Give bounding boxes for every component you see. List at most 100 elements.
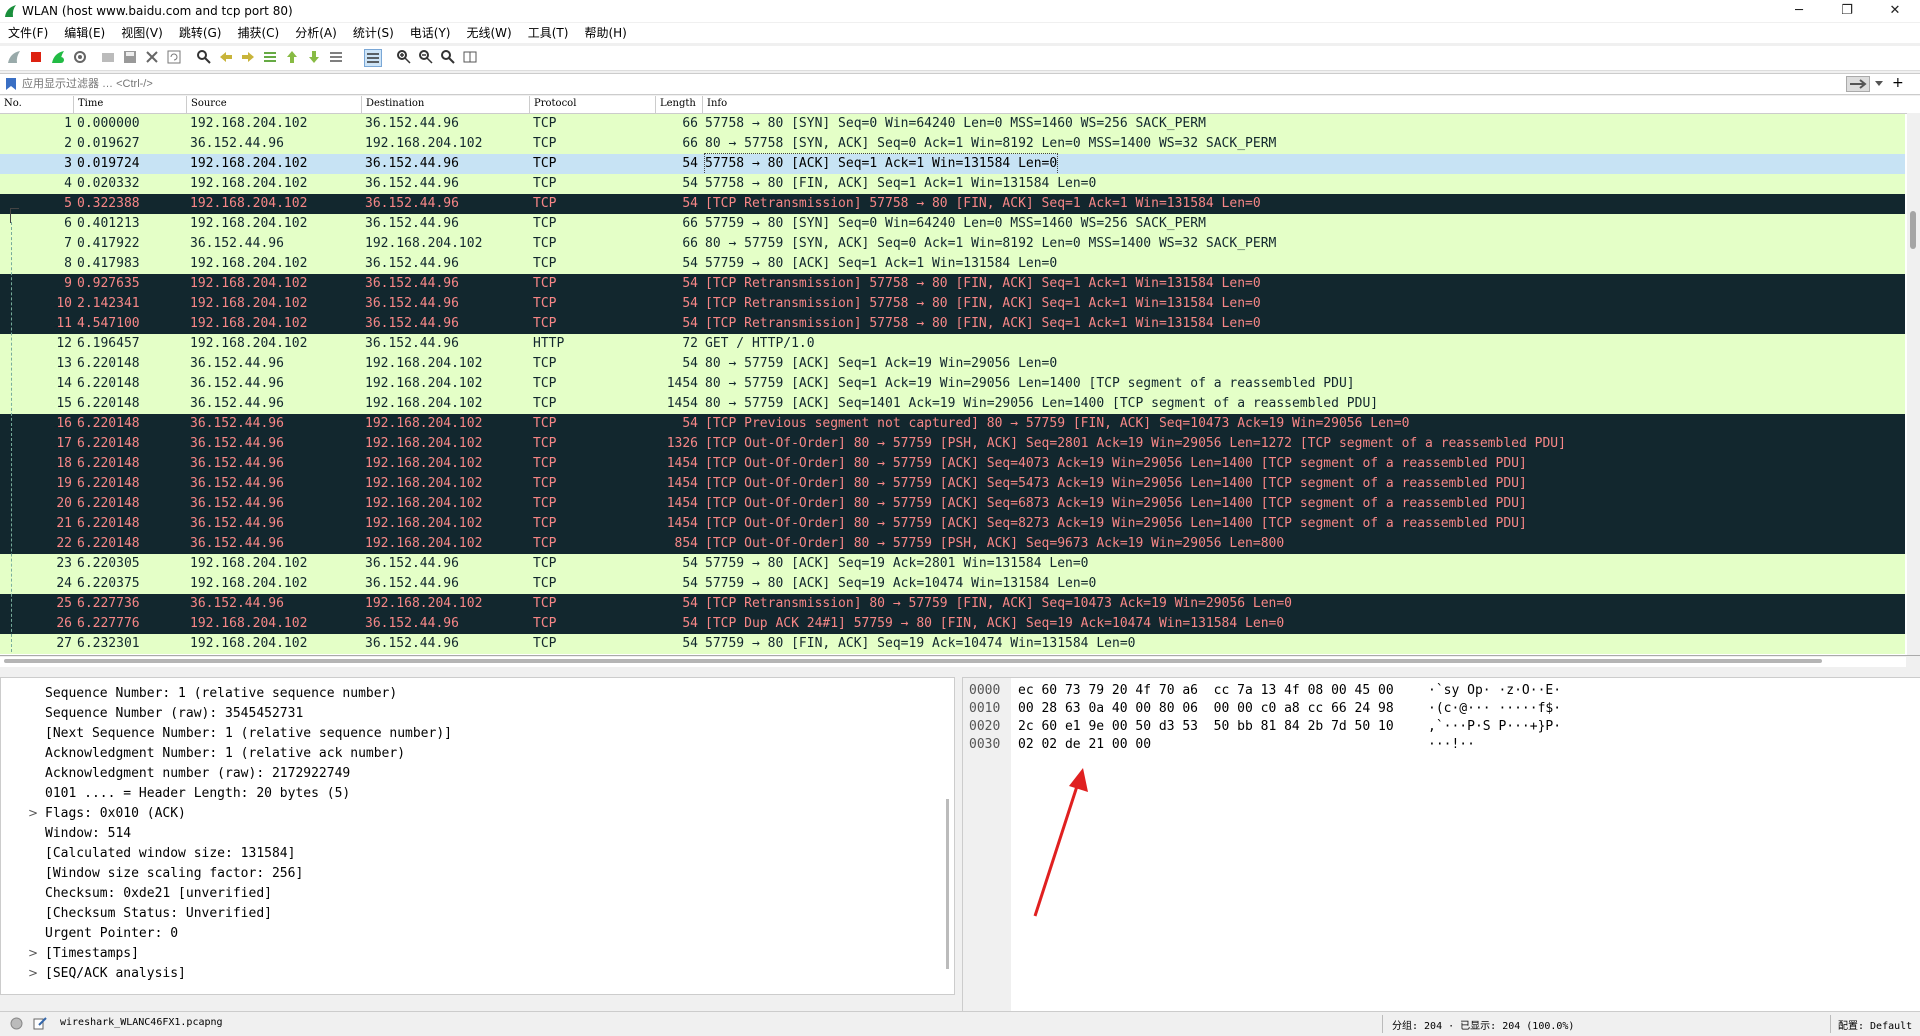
go-back-icon[interactable] [218,49,234,65]
detail-field[interactable]: Sequence Number (raw): 3545452731 [45,704,303,724]
packet-row[interactable]: 9 0.927635 192.168.204.102 36.152.44.96 TCP 5… [0,274,1905,294]
menu-tools[interactable]: 工具(T) [520,23,577,43]
packet-row[interactable]: 2 0.019627 36.152.44.96 192.168.204.102 TCP 6… [0,134,1905,154]
packet-row[interactable]: 17 6.220148 36.152.44.96 192.168.204.102 TCP… [0,434,1905,454]
detail-field[interactable]: 0101 .... = Header Length: 20 bytes (5) [45,784,350,804]
column-header-destination[interactable]: Destination [366,98,424,113]
column-header-info[interactable]: Info [707,98,727,113]
packet-row[interactable]: 19 6.220148 36.152.44.96 192.168.204.102 TCP… [0,474,1905,494]
edit-comment-icon[interactable] [33,1016,47,1030]
last-packet-icon[interactable] [306,49,322,65]
open-file-icon[interactable] [100,49,116,65]
detail-field[interactable]: [Timestamps] [45,944,139,964]
column-header-no[interactable]: No. [4,98,22,113]
minimize-button[interactable]: ─ [1776,0,1822,22]
dropdown-icon[interactable] [1874,76,1884,90]
auto-scroll-icon[interactable] [328,49,344,65]
packet-row[interactable]: 11 4.547100 192.168.204.102 36.152.44.96 TCP… [0,314,1905,334]
detail-field[interactable]: [Window size scaling factor: 256] [45,864,303,884]
menu-go[interactable]: 跳转(G) [171,23,230,43]
column-header-source[interactable]: Source [191,98,227,113]
expand-chevron-icon[interactable]: > [28,966,38,980]
restart-capture-icon[interactable] [50,49,66,65]
packet-row[interactable]: 20 6.220148 36.152.44.96 192.168.204.102 TCP… [0,494,1905,514]
packet-row[interactable]: 4 0.020332 192.168.204.102 36.152.44.96 TCP 5… [0,174,1905,194]
find-packet-icon[interactable] [196,49,212,65]
go-to-packet-icon[interactable] [262,49,278,65]
display-filter-input[interactable] [20,75,1844,93]
menu-file[interactable]: 文件(F) [0,23,56,43]
menu-help[interactable]: 帮助(H) [576,23,634,43]
close-file-icon[interactable] [144,49,160,65]
packet-row[interactable]: 23 6.220305 192.168.204.102 36.152.44.96 TCP… [0,554,1905,574]
add-filter-button[interactable]: + [1892,75,1904,91]
detail-field[interactable]: Window: 514 [45,824,131,844]
packet-row[interactable]: 26 6.227776 192.168.204.102 36.152.44.96 TCP… [0,614,1905,634]
maximize-button[interactable]: ❐ [1824,0,1870,22]
detail-field[interactable]: Flags: 0x010 (ACK) [45,804,186,824]
expand-chevron-icon[interactable]: > [28,946,38,960]
stop-capture-icon[interactable] [28,49,44,65]
detail-field[interactable]: Checksum: 0xde21 [unverified] [45,884,272,904]
column-header-time[interactable]: Time [78,98,103,113]
details-vscroll-thumb[interactable] [946,799,949,969]
detail-field[interactable]: [Next Sequence Number: 1 (relative seque… [45,724,452,744]
menu-wireless[interactable]: 无线(W) [459,23,520,43]
packet-row[interactable]: 3 0.019724 192.168.204.102 36.152.44.96 TCP 5… [0,153,1905,175]
menu-analyze[interactable]: 分析(A) [287,23,345,43]
detail-field[interactable]: Sequence Number: 1 (relative sequence nu… [45,684,397,704]
column-header-length[interactable]: Length [660,98,696,113]
packet-row[interactable]: 7 0.417922 36.152.44.96 192.168.204.102 TCP 6… [0,234,1905,254]
expand-chevron-icon[interactable]: > [28,806,38,820]
arrow-right-icon[interactable] [1846,76,1870,92]
packet-list-vscroll[interactable] [1907,113,1920,655]
packet-list-hscroll[interactable] [0,657,1906,667]
packet-row[interactable]: 15 6.220148 36.152.44.96 192.168.204.102 TCP… [0,394,1905,414]
go-forward-icon[interactable] [240,49,256,65]
zoom-out-icon[interactable] [418,49,434,65]
packet-row[interactable]: 24 6.220375 192.168.204.102 36.152.44.96 TCP… [0,574,1905,594]
packet-row[interactable]: 18 6.220148 36.152.44.96 192.168.204.102 TCP… [0,454,1905,474]
packet-row[interactable]: 6 0.401213 192.168.204.102 36.152.44.96 TCP 6… [0,214,1905,234]
menu-statistics[interactable]: 统计(S) [345,23,402,43]
menu-edit[interactable]: 编辑(E) [56,23,113,43]
packet-row[interactable]: 27 6.232301 192.168.204.102 36.152.44.96 TCP… [0,634,1905,654]
packet-row[interactable]: 5 0.322388 192.168.204.102 36.152.44.96 TCP 5… [0,194,1905,214]
profile-name[interactable]: 配置: Default [1838,1017,1912,1032]
packet-row[interactable]: 1 0.000000 192.168.204.102 36.152.44.96 TCP 6… [0,114,1905,134]
first-packet-icon[interactable] [284,49,300,65]
packet-row[interactable]: 10 2.142341 192.168.204.102 36.152.44.96 TCP… [0,294,1905,314]
detail-field[interactable]: [SEQ/ACK analysis] [45,964,186,984]
packet-row[interactable]: 22 6.220148 36.152.44.96 192.168.204.102 TCP… [0,534,1905,554]
detail-field[interactable]: Acknowledgment number (raw): 2172922749 [45,764,350,784]
packet-row[interactable]: 12 6.196457 192.168.204.102 36.152.44.96 HTT… [0,334,1905,354]
packet-row[interactable]: 13 6.220148 36.152.44.96 192.168.204.102 TCP… [0,354,1905,374]
menu-telephony[interactable]: 电话(Y) [402,23,459,43]
packet-row[interactable]: 21 6.220148 36.152.44.96 192.168.204.102 TCP… [0,514,1905,534]
packet-row[interactable]: 8 0.417983 192.168.204.102 36.152.44.96 TCP 5… [0,254,1905,274]
reload-file-icon[interactable] [166,49,182,65]
packet-row[interactable]: 16 6.220148 36.152.44.96 192.168.204.102 TCP… [0,414,1905,434]
packet-info: [TCP Retransmission] 57758 → 80 [FIN, AC… [705,296,1261,311]
packet-row[interactable]: 25 6.227736 36.152.44.96 192.168.204.102 TCP… [0,594,1905,614]
menu-view[interactable]: 视图(V) [113,23,171,43]
bookmark-icon[interactable] [4,77,18,91]
menu-capture[interactable]: 捕获(C) [229,23,287,43]
start-capture-icon[interactable] [6,49,22,65]
detail-field[interactable]: [Calculated window size: 131584] [45,844,295,864]
detail-field[interactable]: Acknowledgment Number: 1 (relative ack n… [45,744,405,764]
zoom-in-icon[interactable] [396,49,412,65]
detail-field[interactable]: Urgent Pointer: 0 [45,924,178,944]
close-button[interactable]: ✕ [1872,0,1918,22]
detail-field[interactable]: [Checksum Status: Unverified] [45,904,272,924]
save-file-icon[interactable] [122,49,138,65]
capture-options-icon[interactable] [72,49,88,65]
packet-row[interactable]: 14 6.220148 36.152.44.96 192.168.204.102 TCP… [0,374,1905,394]
normal-size-icon[interactable] [440,49,456,65]
packet-list-hscroll-thumb[interactable] [4,659,1822,663]
expert-info-icon[interactable] [10,1017,23,1030]
packet-list-vscroll-thumb[interactable] [1910,211,1916,249]
colorize-icon[interactable] [364,49,382,67]
column-header-protocol[interactable]: Protocol [534,98,576,113]
resize-columns-icon[interactable] [462,49,478,65]
